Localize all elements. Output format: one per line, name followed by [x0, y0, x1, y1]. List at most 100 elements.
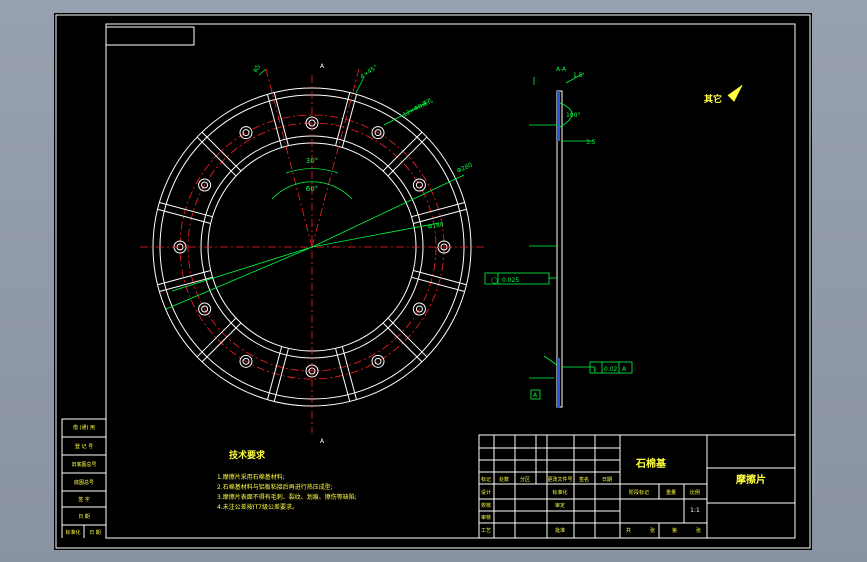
- stage-label: 阶段标记: [629, 489, 649, 496]
- material-label: 石棉基: [635, 457, 667, 470]
- part-name: 摩擦片: [736, 473, 766, 486]
- scale-label: 比例: [690, 489, 700, 496]
- slot-edge: [387, 136, 428, 177]
- annotation-1-5: 1.5: [573, 72, 583, 79]
- slot-edge: [159, 201, 213, 218]
- section-view: A-A 1.5 3.5 100° ◯ 0.025 ∥ 0.02 A A: [484, 66, 633, 408]
- side-label-2: 旧底图总号: [71, 461, 96, 468]
- slot-edge: [157, 208, 211, 224]
- header-label-5: 日期: [602, 477, 612, 483]
- front-view: 30° 60° R5 4×45° 12×Φ8通孔 Φ280 Φ180 A A: [140, 63, 484, 445]
- weight-label: 重量: [666, 489, 676, 496]
- tech-requirements: 技术要求 1.摩擦片采用石棉基材料; 2.石棉基材料与铝板粘接后再进行热压成型;…: [217, 449, 357, 511]
- slot-edge: [335, 92, 351, 146]
- leader-d3: [165, 246, 313, 310]
- view-label-bottom: A: [320, 438, 325, 445]
- row-label-3: 工艺: [481, 528, 491, 534]
- row-label-2: 审核: [481, 514, 491, 521]
- slot-edge: [273, 92, 289, 146]
- sheet-label-0: 共: [626, 527, 631, 534]
- annotation-100: 100°: [566, 112, 580, 119]
- mid-label-0: 标准化: [552, 489, 567, 496]
- svg-text:∥: ∥: [593, 366, 596, 373]
- bolt-hole-inner: [415, 181, 423, 189]
- roughness-symbol: [727, 84, 743, 102]
- leader-d1: [311, 174, 465, 248]
- slot-edge: [387, 317, 428, 358]
- datum-label: A: [533, 392, 538, 399]
- bolt-hole: [412, 178, 426, 192]
- side-block: 借 (通) 用 登 记 号 旧底图总号 底图总号 签 字 日 期 标准化 日 期: [61, 418, 107, 538]
- header-label-0: 标记: [481, 476, 491, 483]
- row-label-0: 设计: [481, 489, 491, 496]
- slot-edge: [201, 131, 242, 172]
- top-left-box: [105, 26, 195, 46]
- side-label-3: 底图总号: [74, 479, 94, 486]
- annotation-d1: Φ280: [456, 162, 474, 175]
- slot-edge: [382, 322, 423, 363]
- annotation-angle-60: 60°: [306, 185, 318, 193]
- slot-edge: [201, 322, 242, 363]
- slot-edge: [273, 348, 289, 402]
- slot-edge: [196, 136, 237, 177]
- header-label-1: 处数: [499, 476, 509, 483]
- annotation-r: R5: [252, 63, 262, 73]
- flatness-value: 0.025: [502, 277, 519, 284]
- roughness-note: 其它: [704, 93, 722, 105]
- bottom-left-label-1: 日 期: [89, 530, 101, 536]
- mid-label-1: 审定: [555, 502, 565, 509]
- parallel-value: 0.02: [604, 366, 618, 373]
- annotation-3-5: 3.5: [586, 139, 596, 146]
- annotation-angle-30: 30°: [306, 157, 318, 165]
- drawing-canvas: 借 (通) 用 登 记 号 旧底图总号 底图总号 签 字 日 期 标准化 日 期: [55, 14, 811, 549]
- annotation-d2: Φ180: [427, 221, 444, 231]
- mid-label-2: 批准: [555, 527, 565, 534]
- bolt-hole: [239, 126, 253, 140]
- slot-edge: [382, 131, 423, 172]
- bolt-hole: [371, 354, 385, 368]
- slot-edge: [266, 346, 283, 400]
- tech-heading: 技术要求: [229, 449, 266, 461]
- sheet-label-2: 第: [672, 527, 677, 534]
- bolt-hole-inner: [242, 129, 250, 137]
- tech-item-2: 3.摩擦片表面不得有毛刺、裂纹、划痕、擦伤等缺陷;: [217, 493, 357, 501]
- side-label-1: 登 记 号: [75, 443, 93, 450]
- header-label-2: 分区: [520, 476, 530, 483]
- slot-edge: [159, 276, 213, 293]
- svg-text:◯: ◯: [491, 277, 498, 284]
- tech-item-1: 2.石棉基材料与铝板粘接后再进行热压成型;: [217, 483, 333, 491]
- leader-d2: [311, 222, 440, 248]
- slot-edge: [341, 94, 358, 148]
- annotation-hole-note: 12×Φ8通孔: [401, 96, 434, 119]
- side-label-0: 借 (通) 用: [73, 424, 95, 431]
- slot-edge: [157, 270, 211, 286]
- bottom-left-label-0: 标准化: [65, 529, 80, 536]
- title-block: 石棉基 摩擦片 标记 处数 分区 更改文件号 签名 日期 设计 校核 审核 工艺…: [478, 434, 796, 539]
- radial-centerline-b: [311, 68, 360, 248]
- side-label-4: 签 字: [78, 496, 90, 503]
- slot-edge: [411, 201, 465, 218]
- annotation-chamfer: 4×45°: [359, 64, 379, 81]
- tech-item-3: 4.未注公差按IT7级公差要求。: [217, 503, 298, 511]
- section-hatch-bottom: [557, 358, 560, 408]
- slot-edge: [413, 270, 467, 286]
- scale-value: 1:1: [690, 507, 700, 514]
- cad-viewport[interactable]: 借 (通) 用 登 记 号 旧底图总号 底图总号 签 字 日 期 标准化 日 期: [0, 0, 867, 562]
- slot-edge: [335, 348, 351, 402]
- slot-edge: [341, 346, 358, 400]
- sheet-label-3: 张: [696, 527, 701, 534]
- view-label-top: A: [320, 63, 325, 70]
- header-label-4: 签名: [579, 476, 589, 483]
- section-hatch-top: [557, 91, 560, 141]
- side-label-5: 日 期: [78, 514, 90, 520]
- slot-edge: [196, 317, 237, 358]
- tech-item-0: 1.摩擦片采用石棉基材料;: [217, 473, 285, 481]
- header-label-3: 更改文件号: [547, 476, 572, 483]
- parallel-datum: A: [622, 366, 627, 373]
- section-label: A-A: [556, 66, 567, 73]
- sheet-label-1: 张: [650, 527, 655, 534]
- bolt-hole-inner: [374, 357, 382, 365]
- drawing-sheet: 借 (通) 用 登 记 号 旧底图总号 底图总号 签 字 日 期 标准化 日 期: [54, 13, 812, 550]
- row-label-1: 校核: [481, 502, 491, 509]
- slot-edge: [411, 276, 465, 293]
